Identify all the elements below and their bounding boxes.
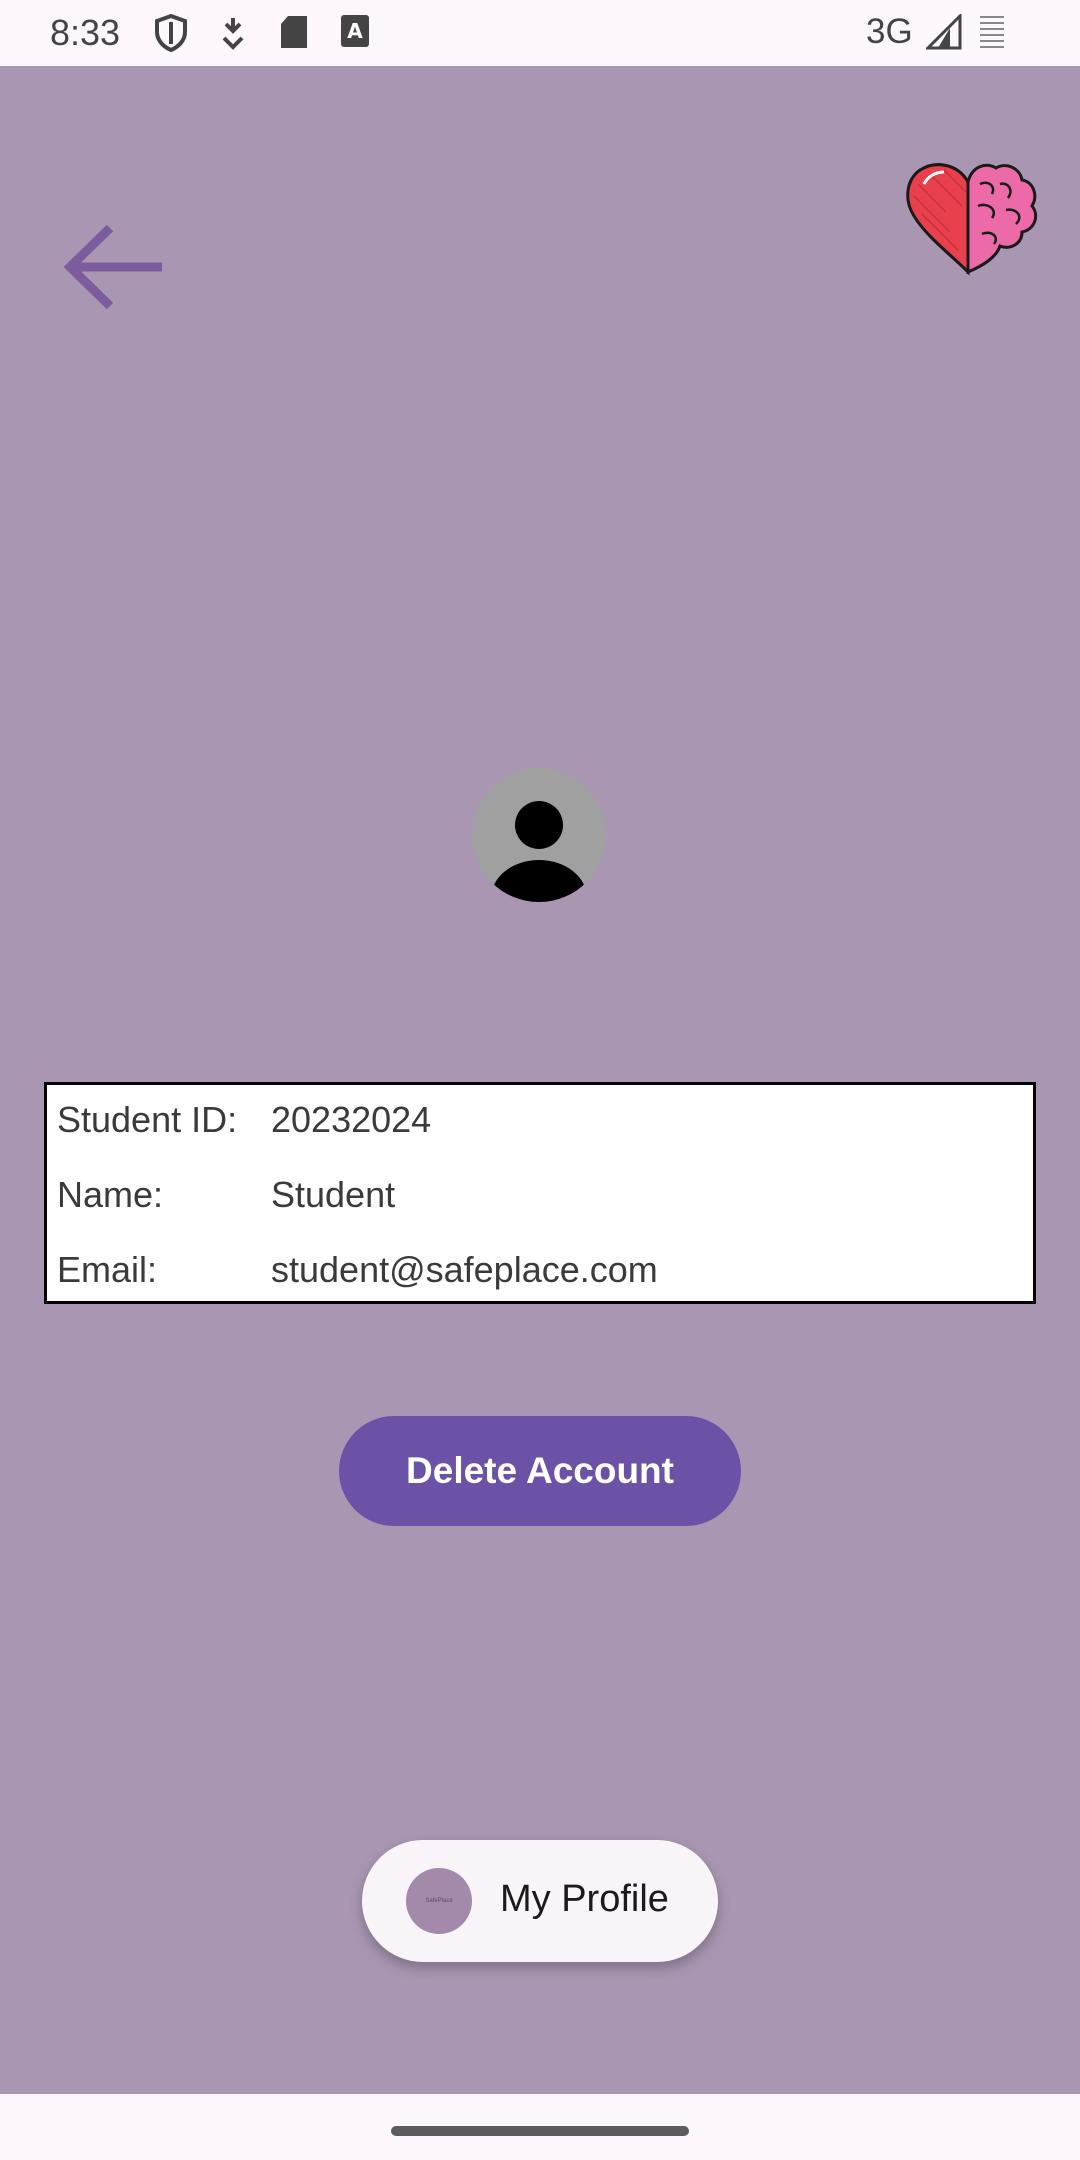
heart-brain-logo [900, 154, 1040, 284]
arrow-left-icon [63, 224, 162, 310]
navigation-bar [0, 2094, 1080, 2160]
name-value: Student [271, 1174, 396, 1215]
email-value: student@safeplace.com [271, 1249, 658, 1290]
battery-icon [980, 16, 1004, 48]
student-info-table: Student ID: 20232024 Name: Student Email… [44, 1082, 1036, 1304]
student-id-label: Student ID: [57, 1099, 238, 1140]
svg-text:A: A [347, 19, 363, 43]
signal-icon [926, 14, 962, 50]
safeplace-logo: SafePlace [406, 1868, 472, 1934]
info-row-name: Name: Student [47, 1174, 1033, 1234]
status-time: 8:33 [50, 12, 121, 53]
sd-card-icon [281, 16, 307, 48]
safeplace-logo-text: SafePlace [425, 1898, 453, 1904]
heart-brain-logo-icon [906, 163, 1038, 276]
email-label: Email: [57, 1249, 158, 1290]
back-button[interactable] [58, 212, 168, 322]
shield-icon [155, 14, 187, 52]
my-profile-label: My Profile [500, 1878, 669, 1920]
info-row-student-id: Student ID: 20232024 [47, 1099, 1033, 1159]
student-id-value: 20232024 [271, 1099, 432, 1140]
status-bar: 8:33 A 3G [0, 0, 1080, 66]
network-type: 3G [866, 12, 913, 51]
home-gesture-handle[interactable] [391, 2126, 689, 2136]
keyboard-a-icon: A [341, 15, 369, 47]
download-icon [222, 18, 244, 50]
delete-account-button[interactable]: Delete Account [339, 1416, 741, 1526]
my-profile-pill[interactable]: SafePlace My Profile [362, 1840, 718, 1962]
name-label: Name: [57, 1174, 164, 1215]
info-row-email: Email: student@safeplace.com [47, 1249, 1033, 1309]
avatar [472, 768, 606, 902]
profile-screen: Student ID: 20232024 Name: Student Email… [0, 66, 1080, 2094]
person-avatar-icon [491, 801, 587, 902]
